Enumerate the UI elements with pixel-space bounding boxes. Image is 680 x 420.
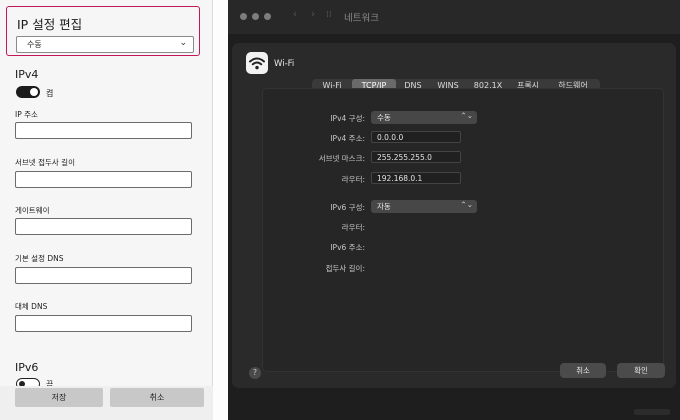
gateway-label: 게이트웨이 <box>15 206 50 215</box>
chevron-down-icon: ⌄ <box>179 38 187 48</box>
header-highlight-box: IP 설정 편집 수동 ⌄ <box>6 6 200 56</box>
minimize-window-button[interactable] <box>252 13 259 20</box>
alternate-dns-input[interactable] <box>15 315 192 332</box>
ip-mode-dropdown[interactable]: 수동 ⌄ <box>16 36 194 53</box>
mac-network-window: ‹ › ⁞⁞ 네트워크 Wi-Fi Wi-Fi TCP/IP DNS WINS … <box>228 0 680 420</box>
window-title: 네트워크 <box>344 13 379 24</box>
wifi-icon <box>246 52 268 74</box>
gateway-input[interactable] <box>15 218 192 235</box>
alternate-dns-label: 대체 DNS <box>15 302 48 311</box>
zoom-window-button[interactable] <box>264 13 271 20</box>
ipv6-config-label: IPv6 구성: <box>330 203 365 212</box>
tcpip-panel: IPv4 구성: 수동 ⌃⌄ IPv4 주소: 0.0.0.0 서브넷 마스크:… <box>262 88 664 372</box>
ipv4-toggle[interactable] <box>16 86 40 98</box>
ipv4-config-label: IPv4 구성: <box>330 114 365 123</box>
cancel-button[interactable]: 취소 <box>560 363 606 378</box>
windows-ip-settings-panel: IP 설정 편집 수동 ⌄ IPv4 켬 IP 주소 서브넷 접두사 길이 게이… <box>0 0 213 420</box>
interface-name: Wi-Fi <box>274 59 295 69</box>
router-field[interactable]: 192.168.0.1 <box>371 172 461 184</box>
ok-button[interactable]: 확인 <box>617 363 665 378</box>
back-arrow-icon[interactable]: ‹ <box>293 9 297 20</box>
ipv6-config-popup[interactable]: 자동 ⌃⌄ <box>371 200 477 213</box>
ipv4-address-label: IPv4 주소: <box>330 134 365 143</box>
router-label: 라우터: <box>341 175 365 184</box>
forward-arrow-icon[interactable]: › <box>311 9 315 20</box>
subnet-mask-label: 서브넷 마스크: <box>318 154 365 163</box>
subnet-prefix-input[interactable] <box>15 171 192 188</box>
panel-title: IP 설정 편집 <box>17 17 83 32</box>
cancel-button[interactable]: 취소 <box>110 388 204 407</box>
ipv6-section-heading: IPv6 <box>15 361 39 374</box>
ipv4-config-popup[interactable]: 수동 ⌃⌄ <box>371 111 477 124</box>
title-bar: ‹ › ⁞⁞ 네트워크 <box>228 0 680 34</box>
tcpip-settings-sheet: Wi-Fi Wi-Fi TCP/IP DNS WINS 802.1X 프록시 하… <box>232 43 676 388</box>
ipv4-section-heading: IPv4 <box>15 68 39 81</box>
corner-watermark <box>634 409 670 415</box>
updown-chevron-icon: ⌃⌄ <box>460 111 473 120</box>
ipv6-address-label: IPv6 주소: <box>330 243 365 252</box>
ip-address-label: IP 주소 <box>15 110 38 119</box>
ip-address-input[interactable] <box>15 122 192 139</box>
subnet-mask-value: 255.255.255.0 <box>377 153 432 162</box>
ipv6-router-label: 라우터: <box>341 223 365 232</box>
updown-chevron-icon: ⌃⌄ <box>460 200 473 209</box>
help-button[interactable]: ? <box>249 367 261 379</box>
screenshot: IP 설정 편집 수동 ⌄ IPv4 켬 IP 주소 서브넷 접두사 길이 게이… <box>0 0 680 420</box>
ipv4-address-field[interactable]: 0.0.0.0 <box>371 131 461 143</box>
prefix-length-label: 접두사 길이: <box>325 264 365 273</box>
ipv4-toggle-label: 켬 <box>46 89 54 98</box>
grid-icon[interactable]: ⁞⁞ <box>326 10 332 20</box>
save-button[interactable]: 저장 <box>15 388 103 407</box>
ipv4-address-value: 0.0.0.0 <box>377 133 404 142</box>
close-window-button[interactable] <box>240 13 247 20</box>
ipv4-config-value: 수동 <box>377 113 391 122</box>
preferred-dns-label: 기본 설정 DNS <box>15 254 64 263</box>
router-value: 192.168.0.1 <box>377 174 423 183</box>
ipv6-config-value: 자동 <box>377 202 391 211</box>
ip-mode-value: 수동 <box>27 40 42 49</box>
subnet-prefix-label: 서브넷 접두사 길이 <box>15 158 75 167</box>
subnet-mask-field[interactable]: 255.255.255.0 <box>371 151 461 163</box>
preferred-dns-input[interactable] <box>15 267 192 284</box>
